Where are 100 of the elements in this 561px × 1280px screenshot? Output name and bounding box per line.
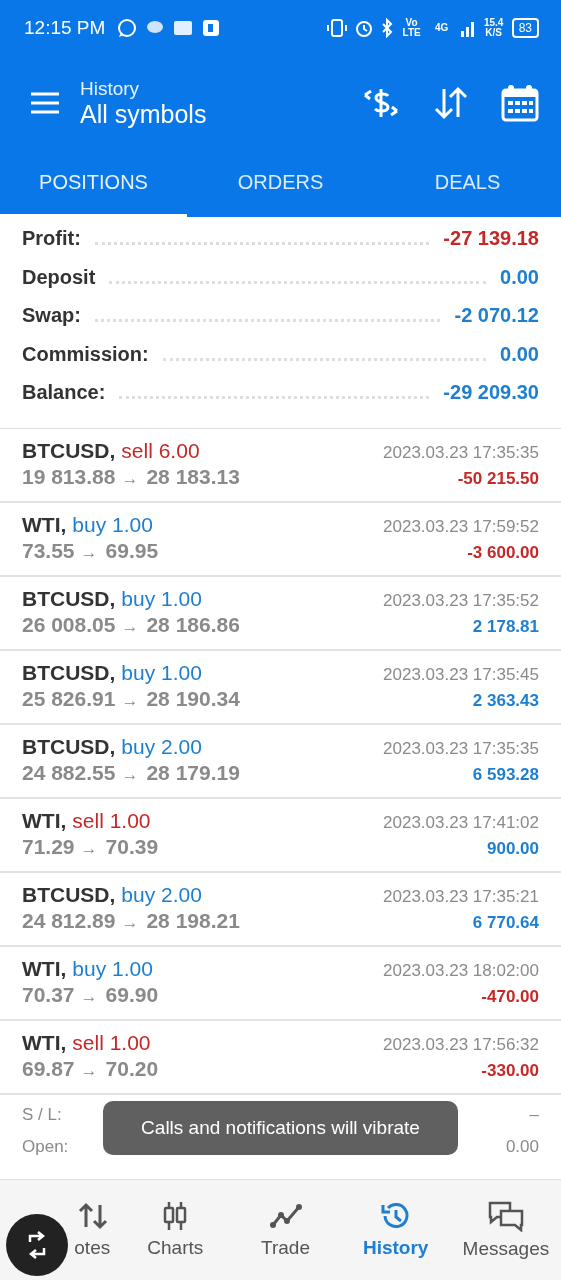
line-chart-icon	[268, 1201, 303, 1231]
close-price: 70.39	[105, 834, 159, 859]
summary-value: -29 209.30	[443, 381, 539, 404]
swap-value: 0.00	[505, 1136, 539, 1157]
arrow-glyph: →	[121, 468, 139, 489]
open-price: 25 826.91	[22, 686, 116, 711]
chat-bubble-icon	[117, 18, 138, 38]
alarm-icon	[353, 18, 374, 38]
chat-bubbles-icon	[486, 1200, 525, 1232]
tab[interactable]: ORDERS	[187, 150, 374, 217]
open-price: 26 008.05	[22, 612, 116, 637]
open-label: Open:	[22, 1136, 70, 1157]
open-price: 71.29	[22, 834, 75, 859]
deal-profit: 6 770.64	[472, 912, 539, 933]
open-price: 73.55	[22, 538, 75, 563]
deal-action: buy 1.00	[72, 512, 153, 537]
deal-action: buy 1.00	[121, 586, 202, 611]
bluetooth-icon	[379, 18, 394, 38]
signal-icon	[459, 19, 476, 37]
summary-label: Profit:	[22, 227, 81, 250]
deal-time: 2023.03.23 17:35:21	[383, 886, 539, 907]
open-price: 70.37	[22, 982, 75, 1007]
deal-symbol: BTCUSD,	[22, 660, 116, 685]
speed-label: 15.4 K/S	[482, 18, 505, 38]
deal-action: sell 1.00	[72, 1030, 151, 1055]
sort-icon[interactable]	[433, 86, 469, 120]
deal-profit: 900.00	[487, 838, 539, 859]
close-price: 28 190.34	[146, 686, 240, 711]
deal-action: sell 6.00	[121, 438, 200, 463]
nav-tab[interactable]: Charts	[120, 1180, 231, 1280]
deal-action: buy 1.00	[72, 956, 153, 981]
volte-label: Vo LTE	[401, 18, 422, 38]
summary-value: 0.00	[500, 265, 539, 289]
deal-profit: -470.00	[481, 986, 539, 1007]
nav-tab[interactable]: otes	[0, 1180, 121, 1280]
open-price: 19 813.88	[22, 464, 116, 489]
deal-profit: 2 363.43	[472, 690, 539, 711]
deal-symbol: BTCUSD,	[22, 438, 116, 463]
deal-symbol: WTI,	[22, 956, 67, 981]
summary-label: Deposit	[22, 265, 96, 289]
arrow-glyph: →	[121, 912, 139, 933]
battery-level: 83	[511, 18, 539, 38]
summary-label: Balance:	[22, 381, 106, 404]
deal-profit: 2 178.81	[472, 616, 539, 637]
deal-symbol: BTCUSD,	[22, 734, 116, 759]
close-price: 28 186.86	[146, 612, 240, 637]
screen-subtitle: History	[80, 77, 141, 100]
deal-time: 2023.03.23 17:35:52	[383, 590, 539, 611]
open-price: 69.87	[22, 1056, 75, 1081]
summary-value: -27 139.18	[443, 227, 539, 250]
open-price: 24 882.55	[22, 760, 116, 785]
deal-time: 2023.03.23 17:41:02	[383, 812, 539, 833]
arrow-glyph: →	[121, 690, 139, 711]
close-price: 69.95	[105, 538, 159, 563]
toast-message: Calls and notifications will vibrate	[103, 1100, 458, 1155]
arrow-glyph: →	[80, 838, 98, 859]
summary-label: Swap:	[22, 304, 81, 327]
menu-icon[interactable]	[30, 92, 60, 114]
deal-time: 2023.03.23 17:59:52	[383, 516, 539, 537]
summary-value: 0.00	[500, 342, 539, 366]
deal-profit: -50 215.50	[457, 468, 539, 489]
calendar-icon[interactable]	[501, 84, 539, 122]
nav-tab[interactable]: Messages	[450, 1180, 561, 1280]
nav-tab[interactable]: History	[340, 1180, 451, 1280]
summary-value: -2 070.12	[454, 304, 539, 327]
vibrate-icon	[325, 18, 348, 38]
nav-tab[interactable]: Trade	[230, 1180, 341, 1280]
close-price: 28 198.21	[146, 908, 240, 933]
clock-time: 12:15 PM	[24, 17, 106, 39]
deal-action: sell 1.00	[72, 808, 151, 833]
deal-profit: -3 600.00	[467, 542, 539, 563]
screen-title[interactable]: All symbols	[80, 99, 329, 129]
deal-action: buy 2.00	[121, 734, 202, 759]
deal-symbol: BTCUSD,	[22, 586, 116, 611]
close-price: 28 179.19	[146, 760, 240, 785]
open-price: 24 812.89	[22, 908, 116, 933]
deal-profit: -330.00	[481, 1060, 539, 1081]
deal-action: buy 2.00	[121, 882, 202, 907]
tab[interactable]: POSITIONS	[0, 150, 187, 217]
app-icon	[173, 18, 194, 38]
deal-time: 2023.03.23 17:56:32	[383, 1034, 539, 1055]
deal-profit: 6 593.28	[472, 764, 539, 785]
arrow-glyph: →	[80, 542, 98, 563]
tab[interactable]: DEALS	[374, 150, 561, 217]
stop-loss-label: S / L:	[22, 1104, 63, 1125]
summary-label: Commission:	[22, 342, 149, 366]
swap-arrows-icon	[26, 1230, 48, 1260]
deal-time: 2023.03.23 17:35:35	[383, 738, 539, 759]
deal-symbol: BTCUSD,	[22, 882, 116, 907]
network-label: 4G	[433, 23, 450, 33]
deal-symbol: WTI,	[22, 808, 67, 833]
close-price: 28 183.13	[146, 464, 240, 489]
arrow-glyph: →	[121, 764, 139, 785]
deal-symbol: WTI,	[22, 1030, 67, 1055]
deal-symbol: WTI,	[22, 512, 67, 537]
close-price: 70.20	[105, 1056, 159, 1081]
arrow-glyph: →	[80, 1060, 98, 1081]
arrow-glyph: →	[121, 616, 139, 637]
deal-time: 2023.03.23 17:35:35	[383, 442, 539, 463]
deal-time: 2023.03.23 17:35:45	[383, 664, 539, 685]
